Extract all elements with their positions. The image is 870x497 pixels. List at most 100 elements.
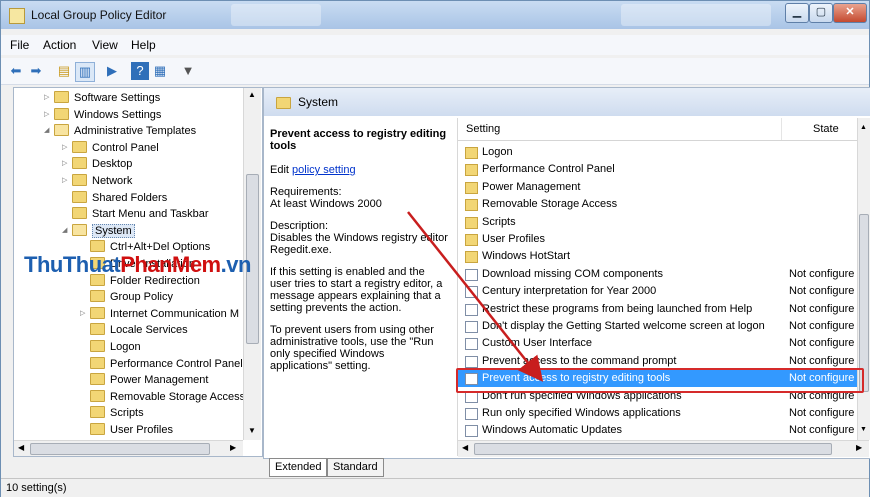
setting-name: Restrict these programs from being launc…	[482, 302, 753, 315]
tree-item[interactable]: ◢ System	[62, 223, 135, 239]
list-horizontal-scrollbar[interactable]: ◀ ▶	[458, 440, 869, 457]
forward-icon[interactable]: ➡	[27, 62, 45, 80]
expand-icon[interactable]: ▷	[62, 156, 72, 172]
list-item[interactable]: User Profiles	[458, 231, 858, 248]
tree-item[interactable]: Group Policy	[80, 289, 173, 305]
policy-setting-link[interactable]: policy setting	[292, 164, 356, 176]
tree-item-label: Power Management	[110, 374, 209, 387]
description-text-1: Disables the Windows registry editor Reg…	[270, 232, 448, 256]
list-item[interactable]: Windows HotStart	[458, 248, 858, 265]
collapse-icon[interactable]: ◢	[62, 223, 72, 239]
tree-item[interactable]: ◢ Administrative Templates	[44, 123, 196, 139]
menu-file[interactable]: File	[10, 38, 29, 52]
collapse-icon[interactable]: ◢	[44, 123, 54, 139]
watermark-part-2: PhanMem	[120, 252, 221, 277]
expand-icon[interactable]: ▷	[44, 107, 54, 123]
expand-icon[interactable]: ▷	[62, 140, 72, 156]
show-tree-icon[interactable]: ▥	[75, 62, 95, 82]
filter-icon[interactable]: ▼	[179, 62, 197, 80]
tree-item[interactable]: Removable Storage Access	[80, 389, 245, 405]
list-item[interactable]: Power Management	[458, 179, 858, 196]
tree-item[interactable]: Start Menu and Taskbar	[62, 206, 209, 222]
list-hscroll-thumb[interactable]	[474, 443, 832, 455]
setting-state: Not configure	[789, 389, 855, 402]
menu-help[interactable]: Help	[131, 38, 156, 52]
tree-item[interactable]: ▷ Windows Settings	[44, 107, 161, 123]
tab-standard[interactable]: Standard	[327, 458, 384, 477]
tree-item[interactable]: ▷ Internet Communication M	[80, 306, 239, 322]
list-item[interactable]: Run only specified Windows applications N…	[458, 405, 858, 422]
tab-extended[interactable]: Extended	[269, 458, 328, 477]
list-scroll-down-icon[interactable]: ▼	[860, 426, 867, 433]
back-icon[interactable]: ⬅	[7, 62, 25, 80]
list-vertical-scrollbar[interactable]: ▲ ▼	[857, 118, 870, 440]
list-item[interactable]: Windows Automatic Updates Not configure	[458, 422, 858, 439]
scroll-right-icon[interactable]: ▶	[230, 443, 236, 452]
column-header-setting[interactable]: Setting	[458, 118, 782, 141]
setting-name: Prevent access to registry editing tools	[482, 372, 671, 385]
minimize-button[interactable]: ▁	[785, 3, 809, 23]
tree-item-label: Internet Communication M	[110, 307, 239, 320]
list-scroll-left-icon[interactable]: ◀	[462, 443, 468, 452]
tree-item[interactable]: ▷ Control Panel	[62, 140, 159, 156]
list-item[interactable]: Download missing COM components Not confi…	[458, 266, 858, 283]
menu-view[interactable]: View	[92, 38, 118, 52]
list-item[interactable]: Don't display the Getting Started welcom…	[458, 318, 858, 335]
list-scroll-up-icon[interactable]: ▲	[860, 124, 867, 131]
export-list-icon[interactable]: ▶	[103, 62, 121, 80]
expand-icon[interactable]: ▷	[80, 306, 90, 322]
tree-item-label: Group Policy	[110, 291, 173, 304]
watermark-part-3: .vn	[220, 252, 252, 277]
app-icon	[9, 8, 25, 24]
tree-item[interactable]: ▷ Network	[62, 173, 132, 189]
list-scroll-right-icon[interactable]: ▶	[856, 443, 862, 452]
tree-item[interactable]: ▷ Software Settings	[44, 90, 160, 106]
tree-item-label: Locale Services	[110, 324, 188, 337]
maximize-button[interactable]: ▢	[809, 3, 833, 23]
setting-state: Not configure	[789, 372, 855, 385]
list-item[interactable]: Restrict these programs from being launc…	[458, 301, 858, 318]
scroll-down-icon[interactable]: ▼	[248, 426, 256, 435]
folder-icon	[465, 199, 478, 212]
policy-icon	[465, 373, 478, 386]
title-bar[interactable]: Local Group Policy Editor ▁ ▢ ✕	[1, 1, 869, 29]
folder-icon	[90, 406, 105, 419]
folder-icon	[90, 389, 105, 402]
list-item[interactable]: Don't run specified Windows applications…	[458, 388, 858, 405]
setting-state: Not configure	[789, 302, 855, 315]
list-item[interactable]: Custom User Interface Not configure	[458, 335, 858, 352]
scroll-left-icon[interactable]: ◀	[18, 443, 24, 452]
tree-item[interactable]: Power Management	[80, 372, 208, 388]
list-scroll-thumb[interactable]	[859, 214, 869, 392]
folder-title: System	[298, 95, 339, 109]
column-header-state[interactable]: State	[781, 118, 858, 141]
list-item[interactable]: Performance Control Panel	[458, 161, 858, 178]
tree-item[interactable]: Logon	[80, 339, 141, 355]
tree-item[interactable]: Performance Control Panel	[80, 356, 243, 372]
list-item[interactable]: Removable Storage Access	[458, 196, 858, 213]
up-folder-icon[interactable]: ▤	[55, 62, 73, 80]
list-item-selected[interactable]: Prevent access to registry editing tools…	[458, 370, 858, 388]
tree-item[interactable]: ▷ Desktop	[62, 156, 132, 172]
close-button[interactable]: ✕	[833, 3, 867, 23]
tree-horizontal-scrollbar[interactable]: ◀ ▶	[14, 440, 243, 456]
tree-hscroll-thumb[interactable]	[30, 443, 210, 455]
folder-icon	[276, 97, 291, 109]
help-icon[interactable]: ?	[131, 62, 149, 80]
tree-item[interactable]: Scripts	[80, 405, 144, 421]
tree-item[interactable]: Locale Services	[80, 322, 188, 338]
scroll-up-icon[interactable]: ▲	[248, 90, 256, 99]
expand-icon[interactable]: ▷	[62, 173, 72, 189]
list-item[interactable]: Century interpretation for Year 2000 Not …	[458, 283, 858, 300]
tree-item[interactable]: Shared Folders	[62, 190, 167, 206]
list-item[interactable]: Scripts	[458, 214, 858, 231]
setting-state: Not configure	[789, 354, 855, 367]
policy-icon	[465, 338, 478, 351]
settings-list: Setting State Logon Performance Control P…	[457, 118, 870, 457]
tree-item[interactable]: User Profiles	[80, 422, 173, 438]
list-item[interactable]: Prevent access to the command prompt Not …	[458, 353, 858, 370]
list-item[interactable]: Logon	[458, 144, 858, 161]
expand-icon[interactable]: ▷	[44, 90, 54, 106]
menu-action[interactable]: Action	[43, 38, 76, 52]
properties-icon[interactable]: ▦	[151, 62, 169, 80]
